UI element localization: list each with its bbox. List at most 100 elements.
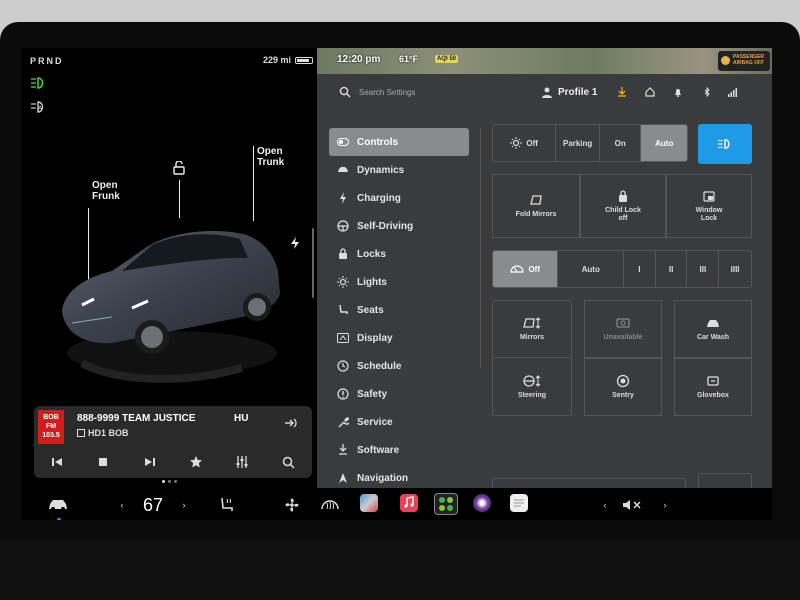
headlights-on-option[interactable]: On [600, 125, 642, 161]
music-app-icon[interactable] [400, 494, 418, 512]
wipers-speed-4-option[interactable]: IIII [719, 251, 751, 287]
fold-mirrors-button[interactable]: Fold Mirrors [492, 174, 580, 238]
mute-volume-icon[interactable] [622, 496, 642, 514]
volume-down-button[interactable]: ‹ [600, 496, 610, 514]
headlights-segmented-control: Off Parking On Auto [492, 124, 688, 162]
menu-item-locks[interactable]: Locks [329, 240, 469, 268]
wipers-auto-option[interactable]: Auto [558, 251, 624, 287]
charge-port-icon[interactable] [290, 236, 300, 250]
search-settings-input[interactable]: Search Settings [359, 88, 415, 97]
lte-signal-icon [728, 88, 737, 97]
open-trunk-button[interactable]: Open Trunk [257, 146, 284, 168]
menu-item-display[interactable]: Display [329, 324, 469, 352]
previous-track-button[interactable] [49, 454, 65, 470]
wipers-off-option[interactable]: Off [493, 251, 559, 287]
download-icon [337, 444, 349, 456]
menu-item-seats[interactable]: Seats [329, 296, 469, 324]
source-switch-icon[interactable] [284, 416, 298, 430]
window-lock-icon [703, 191, 715, 202]
alert-icon [337, 388, 349, 400]
seat-heater-icon[interactable] [218, 496, 236, 514]
wipers-segmented-control: Off Auto I II III IIII [492, 250, 752, 288]
battery-icon [295, 56, 313, 64]
temp-down-button[interactable]: ‹ [117, 496, 127, 514]
bluetooth-icon[interactable] [702, 87, 712, 97]
search-icon [339, 86, 351, 98]
child-lock-button[interactable]: Child Lock off [580, 174, 666, 238]
profile-icon [542, 87, 552, 98]
steering-adjust-button[interactable]: Steering [492, 358, 572, 416]
active-dot-indicator [57, 518, 61, 520]
profile-selector[interactable]: Profile 1 [558, 87, 597, 98]
app-launcher-icon[interactable] [434, 493, 458, 515]
car-menu-icon[interactable] [48, 496, 68, 514]
menu-item-self-driving[interactable]: Self-Driving [329, 212, 469, 240]
mirrors-adjust-button[interactable]: Mirrors [492, 300, 572, 358]
glovebox-button[interactable]: Glovebox [674, 358, 752, 416]
fan-icon[interactable] [282, 496, 302, 514]
notes-app-icon[interactable] [510, 494, 528, 512]
menu-item-charging[interactable]: Charging [329, 184, 469, 212]
notification-bell-icon[interactable] [673, 87, 683, 97]
media-search-icon[interactable] [281, 454, 297, 470]
lock-icon [337, 248, 349, 260]
media-player[interactable]: BOB FM 103.5 888-9999 TEAM JUSTICE HU HD… [34, 406, 312, 478]
temp-up-button[interactable]: › [179, 496, 189, 514]
unavailable-label: Unavailable [603, 334, 643, 341]
defrost-icon[interactable] [320, 496, 340, 514]
steering-label: Steering [517, 391, 546, 399]
camera-app-icon[interactable] [473, 494, 491, 512]
homelink-icon[interactable] [645, 87, 655, 97]
dashcam-icon [616, 318, 630, 328]
navigation-app-icon[interactable] [360, 494, 378, 512]
sentry-label: Sentry [612, 392, 634, 399]
car-wash-label: Car Wash [696, 334, 730, 341]
menu-label: Dynamics [357, 164, 405, 176]
menu-item-dynamics[interactable]: Dynamics [329, 156, 469, 184]
unlock-icon[interactable] [172, 161, 186, 175]
wiper-icon [510, 265, 525, 273]
wipers-speed-3-option[interactable]: III [687, 251, 720, 287]
option-label: Off [528, 264, 541, 274]
menu-item-service[interactable]: Service [329, 408, 469, 436]
download-update-icon[interactable] [617, 87, 627, 97]
headlights-auto-option[interactable]: Auto [641, 125, 687, 161]
menu-item-software[interactable]: Software [329, 436, 469, 464]
window-lock-button[interactable]: Window Lock [666, 174, 752, 238]
cabin-temperature[interactable]: 67 [138, 495, 168, 515]
navigation-icon [337, 472, 349, 484]
wipers-speed-2-option[interactable]: II [656, 251, 688, 287]
volume-up-button[interactable]: › [660, 496, 670, 514]
touchscreen: PRND 229 mi A Open Frunk Open Trunk BOB … [22, 48, 772, 520]
sun-icon [337, 276, 349, 288]
car-wash-button[interactable]: Car Wash [674, 300, 752, 358]
menu-item-schedule[interactable]: Schedule [329, 352, 469, 380]
child-lock-icon [619, 190, 627, 202]
menu-item-safety[interactable]: Safety [329, 380, 469, 408]
equalizer-icon[interactable] [234, 454, 250, 470]
menu-label: Seats [357, 304, 384, 316]
sentry-button[interactable]: Sentry [584, 358, 662, 416]
window-lock-label-1: Window [695, 207, 723, 214]
next-track-button[interactable] [142, 454, 158, 470]
favorite-star-icon[interactable] [188, 454, 204, 470]
airbag-line-2: AIRBAG OFF [733, 60, 765, 66]
headlights-off-option[interactable]: Off [493, 125, 557, 161]
bolt-icon [337, 192, 349, 204]
menu-item-lights[interactable]: Lights [329, 268, 469, 296]
stop-button[interactable] [95, 454, 111, 470]
car-view-scrollbar[interactable] [312, 228, 314, 298]
headlight-on-icon [31, 77, 44, 89]
passenger-airbag-status: PASSENGER AIRBAG OFF [718, 51, 770, 71]
menu-label: Navigation [357, 472, 409, 484]
high-beam-button[interactable] [698, 124, 752, 164]
option-label: Parking [562, 138, 593, 148]
wipers-speed-1-option[interactable]: I [624, 251, 656, 287]
hd-badge-icon [77, 429, 85, 437]
vehicle-model-image [62, 231, 280, 383]
option-label: IIII [730, 264, 740, 274]
open-frunk-button[interactable]: Open Frunk [92, 180, 120, 202]
headlights-parking-option[interactable]: Parking [556, 125, 600, 161]
menu-item-controls[interactable]: Controls [329, 128, 469, 156]
option-label: Auto [581, 264, 600, 274]
